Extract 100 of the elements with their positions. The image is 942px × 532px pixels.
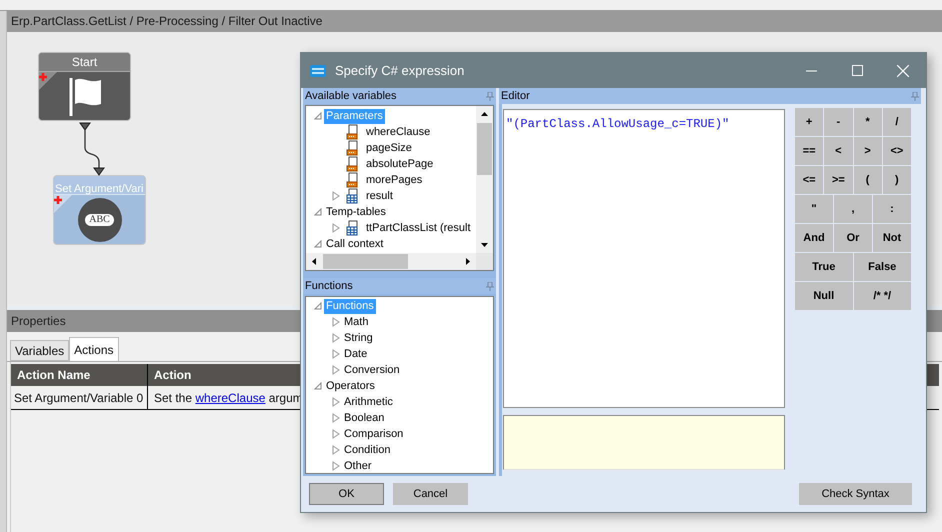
maximize-icon — [852, 65, 862, 76]
expanded-icon[interactable] — [314, 208, 322, 216]
collapsed-icon[interactable] — [332, 429, 340, 439]
keypad-key[interactable]: True — [795, 253, 852, 281]
scroll-thumb[interactable] — [323, 254, 408, 269]
keypad-key[interactable]: <= — [795, 166, 824, 194]
window-title: Specify C# expression — [335, 62, 464, 80]
scroll-up-icon[interactable] — [481, 110, 488, 117]
horizontal-scrollbar[interactable] — [306, 253, 476, 270]
keypad-key[interactable]: Not — [873, 224, 911, 252]
tab[interactable]: Variables — [10, 340, 70, 361]
tree-item[interactable]: absolutePage — [364, 156, 436, 172]
tree-item[interactable]: pageSize — [364, 140, 414, 156]
scroll-down-icon[interactable] — [481, 242, 488, 249]
tree-item[interactable]: String — [342, 330, 375, 346]
tree-item[interactable]: Arithmetic — [342, 394, 395, 410]
expanded-icon[interactable] — [314, 382, 322, 390]
table-icon — [346, 188, 360, 204]
connector-arrow — [79, 122, 107, 176]
table-icon — [346, 220, 360, 236]
keypad-key[interactable]: ) — [882, 166, 911, 194]
keypad-key[interactable]: False — [854, 253, 911, 281]
collapsed-icon[interactable] — [332, 223, 340, 233]
keypad-key[interactable]: And — [795, 224, 833, 252]
collapsed-icon[interactable] — [332, 397, 340, 407]
vertical-scrollbar[interactable] — [476, 106, 493, 253]
pin-icon[interactable] — [486, 92, 494, 100]
keypad-key[interactable]: == — [795, 137, 824, 165]
tree-item[interactable]: ttPartClassList (result — [364, 220, 473, 236]
collapsed-icon[interactable] — [332, 191, 340, 201]
breadcrumb: Erp.PartClass.GetList / Pre-Processing / Filter Out Inactive — [7, 11, 942, 32]
pin-icon[interactable] — [486, 282, 494, 290]
tree-item[interactable]: Comparison — [342, 426, 406, 442]
keypad-key[interactable]: /* */ — [854, 282, 911, 310]
node-badge: ABC — [85, 214, 114, 226]
node-title: Set Argument/Vari — [55, 183, 144, 195]
tree-item[interactable]: Math — [342, 314, 370, 330]
minimize-icon — [806, 70, 816, 72]
panel-title: Editor — [501, 88, 530, 104]
keypad-key[interactable]: < — [824, 137, 852, 165]
scroll-thumb[interactable] — [477, 123, 492, 175]
tree-item[interactable]: Boolean — [342, 410, 386, 426]
collapsed-icon[interactable] — [332, 413, 340, 423]
scroll-left-icon[interactable] — [310, 258, 317, 265]
start-node[interactable]: Start — [38, 52, 131, 121]
flag-icon — [66, 76, 102, 116]
tree-item[interactable]: whereClause — [364, 124, 432, 140]
keypad-key[interactable]: * — [854, 108, 882, 136]
keypad-key[interactable]: >= — [824, 166, 852, 194]
node-title: Start — [39, 53, 130, 72]
cancel-button[interactable]: Cancel — [393, 483, 468, 505]
variable-link[interactable]: whereClause — [195, 391, 266, 405]
tree-item[interactable]: Temp-tables — [324, 204, 388, 220]
scroll-right-icon[interactable] — [465, 258, 472, 265]
keypad-key[interactable]: Or — [834, 224, 872, 252]
tab[interactable]: Actions — [69, 337, 118, 361]
variable-icon — [346, 140, 360, 156]
collapsed-icon[interactable] — [332, 317, 340, 327]
plus-icon[interactable] — [54, 195, 72, 213]
panel-title: Functions — [305, 278, 353, 294]
table-cell: Set Argument/Variable 0 — [11, 386, 148, 409]
splitter-bar[interactable] — [0, 11, 7, 532]
keypad-key[interactable]: > — [854, 137, 882, 165]
keypad-key[interactable]: ( — [854, 166, 882, 194]
keypad-key[interactable]: <> — [882, 137, 911, 165]
check-syntax-button[interactable]: Check Syntax — [799, 483, 912, 505]
expanded-icon[interactable] — [314, 112, 322, 120]
keypad-key[interactable]: - — [824, 108, 852, 136]
tree-item[interactable]: Operators — [324, 378, 377, 394]
tree-item[interactable]: Call context — [324, 236, 386, 252]
collapsed-icon[interactable] — [332, 445, 340, 455]
expanded-icon[interactable] — [314, 240, 322, 248]
collapsed-icon[interactable] — [332, 461, 340, 471]
expression-editor[interactable]: "(PartClass.AllowUsage_c=TRUE)" — [503, 109, 785, 408]
tree-item[interactable]: Conversion — [342, 362, 402, 378]
collapsed-icon[interactable] — [332, 365, 340, 375]
keypad-key[interactable]: / — [882, 108, 911, 136]
tree-item[interactable]: result — [364, 188, 395, 204]
panel-title: Available variables — [305, 88, 397, 104]
variable-icon — [346, 124, 360, 140]
keypad-key[interactable]: + — [795, 108, 824, 136]
collapsed-icon[interactable] — [332, 333, 340, 343]
keypad-key[interactable]: , — [834, 195, 872, 223]
tree-item[interactable]: Condition — [342, 442, 392, 458]
tree-item[interactable]: Other — [342, 458, 374, 473]
keypad-key[interactable]: " — [795, 195, 833, 223]
tree-item[interactable]: Date — [342, 346, 370, 362]
keypad-key[interactable]: Null — [795, 282, 852, 310]
scrollbar-corner — [476, 253, 493, 270]
set-argument-node[interactable]: Set Argument/Vari ABC — [53, 175, 146, 245]
tree-item[interactable]: morePages — [364, 172, 424, 188]
keypad-key[interactable]: : — [873, 195, 911, 223]
ok-button[interactable]: OK — [309, 483, 384, 505]
plus-icon[interactable] — [39, 72, 57, 90]
expanded-icon[interactable] — [314, 302, 322, 310]
collapsed-icon[interactable] — [332, 349, 340, 359]
window-icon — [309, 64, 327, 78]
pin-icon[interactable] — [911, 92, 919, 100]
column-header: Action — [153, 367, 192, 384]
variable-icon — [346, 172, 360, 188]
